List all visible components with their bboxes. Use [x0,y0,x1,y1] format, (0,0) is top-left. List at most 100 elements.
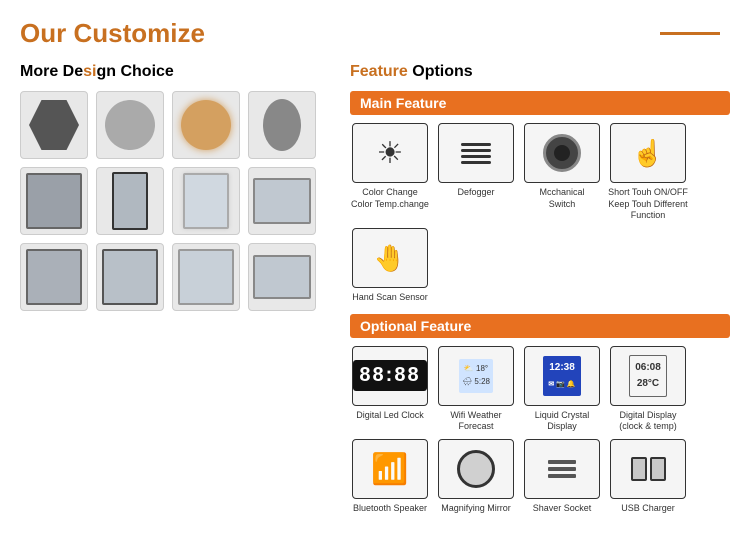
weather-label: Wifi Weather Forecast [436,410,516,433]
design-item-wide [248,167,316,235]
digital-display-icon: 06:0828°C [629,355,667,397]
design-item-circle-light [172,91,240,159]
page: Our Customize More Design Choice [0,0,750,536]
optional-feature-header: Optional Feature [350,314,730,338]
design-item-tall [96,167,164,235]
feature-color-change: ☀ Color ChangeColor Temp.change [350,123,430,222]
touch-icon: ☝ [632,138,664,169]
oval-shape [263,99,301,151]
bluetooth-icon-box: 📶 [352,439,428,499]
feature-weather: ⛅ 18°🌧 5:28 Wifi Weather Forecast [436,346,516,433]
design-item-circle [96,91,164,159]
usb-port-1 [631,457,647,481]
shaver-slot-2 [548,467,576,471]
bluetooth-label: Bluetooth Speaker [353,503,427,515]
defog-line-2 [461,149,491,152]
header: Our Customize [20,18,730,49]
design-row-1 [20,91,330,159]
circle-light-shape [181,100,231,150]
hand-scan-icon-box: 🤚 [352,228,428,288]
color-change-label: Color ChangeColor Temp.change [351,187,429,210]
circle-shape [105,100,155,150]
right-column: Feature Options Main Feature ☀ Color Cha… [350,63,730,525]
usb-label: USB Charger [621,503,675,515]
usb-port-2 [650,457,666,481]
optional-feature-grid: 88:88 Digital Led Clock ⛅ 18°🌧 5:28 Wifi… [350,346,730,515]
modern-shape [178,249,234,305]
defogger-label: Defogger [457,187,494,199]
touch-label: Short Touh ON/OFFKeep Touh DifferentFunc… [608,187,688,222]
lit-shape [183,173,229,229]
feature-usb: USB Charger [608,439,688,515]
led-clock-icon-box: 88:88 [352,346,428,406]
design-item-panel [96,243,164,311]
feature-digital-display: 06:0828°C Digital Display(clock & temp) [608,346,688,433]
design-item-oval [248,91,316,159]
design-item-landscape [248,243,316,311]
shaver-icon-box [524,439,600,499]
design-item-rect1 [20,167,88,235]
weather-icon-box: ⛅ 18°🌧 5:28 [438,346,514,406]
led-clock-icon: 88:88 [353,360,426,391]
feature-lcd: 12:38✉ 📷 🔔 Liquid Crystal Display [522,346,602,433]
lcd-label: Liquid Crystal Display [522,410,602,433]
hand-scan-label: Hand Scan Sensor [352,292,428,304]
feature-section-title: Feature Options [350,63,730,81]
optional-feature-section: Optional Feature 88:88 Digital Led Clock… [350,314,730,515]
header-line [660,32,720,35]
usb-icon [631,457,666,481]
led-clock-label: Digital Led Clock [356,410,424,422]
main-feature-section: Main Feature ☀ Color ChangeColor Temp.ch… [350,91,730,304]
touch-icon-box: ☝ [610,123,686,183]
design-item-rect2 [20,243,88,311]
panel-shape [102,249,158,305]
digital-display-icon-box: 06:0828°C [610,346,686,406]
switch-label: McchanicalSwitch [539,187,584,210]
defog-line-4 [461,161,491,164]
hand-icon: 🤚 [374,243,406,274]
shaver-slot-1 [548,460,576,464]
sun-icon: ☀ [377,136,404,171]
shaver-icon [548,460,576,478]
design-row-3 [20,243,330,311]
main-feature-grid: ☀ Color ChangeColor Temp.change [350,123,730,304]
feature-switch: McchanicalSwitch [522,123,602,222]
shaver-slot-3 [548,474,576,478]
defogger-icon-box [438,123,514,183]
design-section-title: More Design Choice [20,63,330,81]
feature-bluetooth: 📶 Bluetooth Speaker [350,439,430,515]
left-column: More Design Choice [20,63,330,525]
switch-icon [543,134,581,172]
digital-display-label: Digital Display(clock & temp) [619,410,677,433]
hex-shape [29,100,79,150]
lcd-icon-box: 12:38✉ 📷 🔔 [524,346,600,406]
defog-line-1 [461,143,491,146]
magnify-label: Magnifying Mirror [441,503,511,515]
design-item-hex [20,91,88,159]
defog-line-3 [461,155,491,158]
feature-shaver: Shaver Socket [522,439,602,515]
bluetooth-icon: 📶 [371,452,408,487]
main-content: More Design Choice [20,63,730,525]
defog-icon [461,143,491,164]
weather-icon: ⛅ 18°🌧 5:28 [459,359,493,393]
rect1-shape [26,173,82,229]
feature-magnify: Magnifying Mirror [436,439,516,515]
rect2-shape [26,249,82,305]
landscape-shape [253,255,311,299]
design-row-2 [20,167,330,235]
design-item-lit [172,167,240,235]
switch-icon-box [524,123,600,183]
title-highlight: Customize [73,18,204,48]
shaver-label: Shaver Socket [533,503,592,515]
feature-touch: ☝ Short Touh ON/OFFKeep Touh DifferentFu… [608,123,688,222]
feature-defogger: Defogger [436,123,516,222]
title-plain: Our [20,18,73,48]
magnify-icon-box [438,439,514,499]
feature-title-highlight: Feature [350,63,408,80]
feature-hand-scan: 🤚 Hand Scan Sensor [350,228,430,304]
color-change-icon-box: ☀ [352,123,428,183]
page-title: Our Customize [20,18,205,49]
main-feature-header: Main Feature [350,91,730,115]
wide-shape [253,178,311,224]
